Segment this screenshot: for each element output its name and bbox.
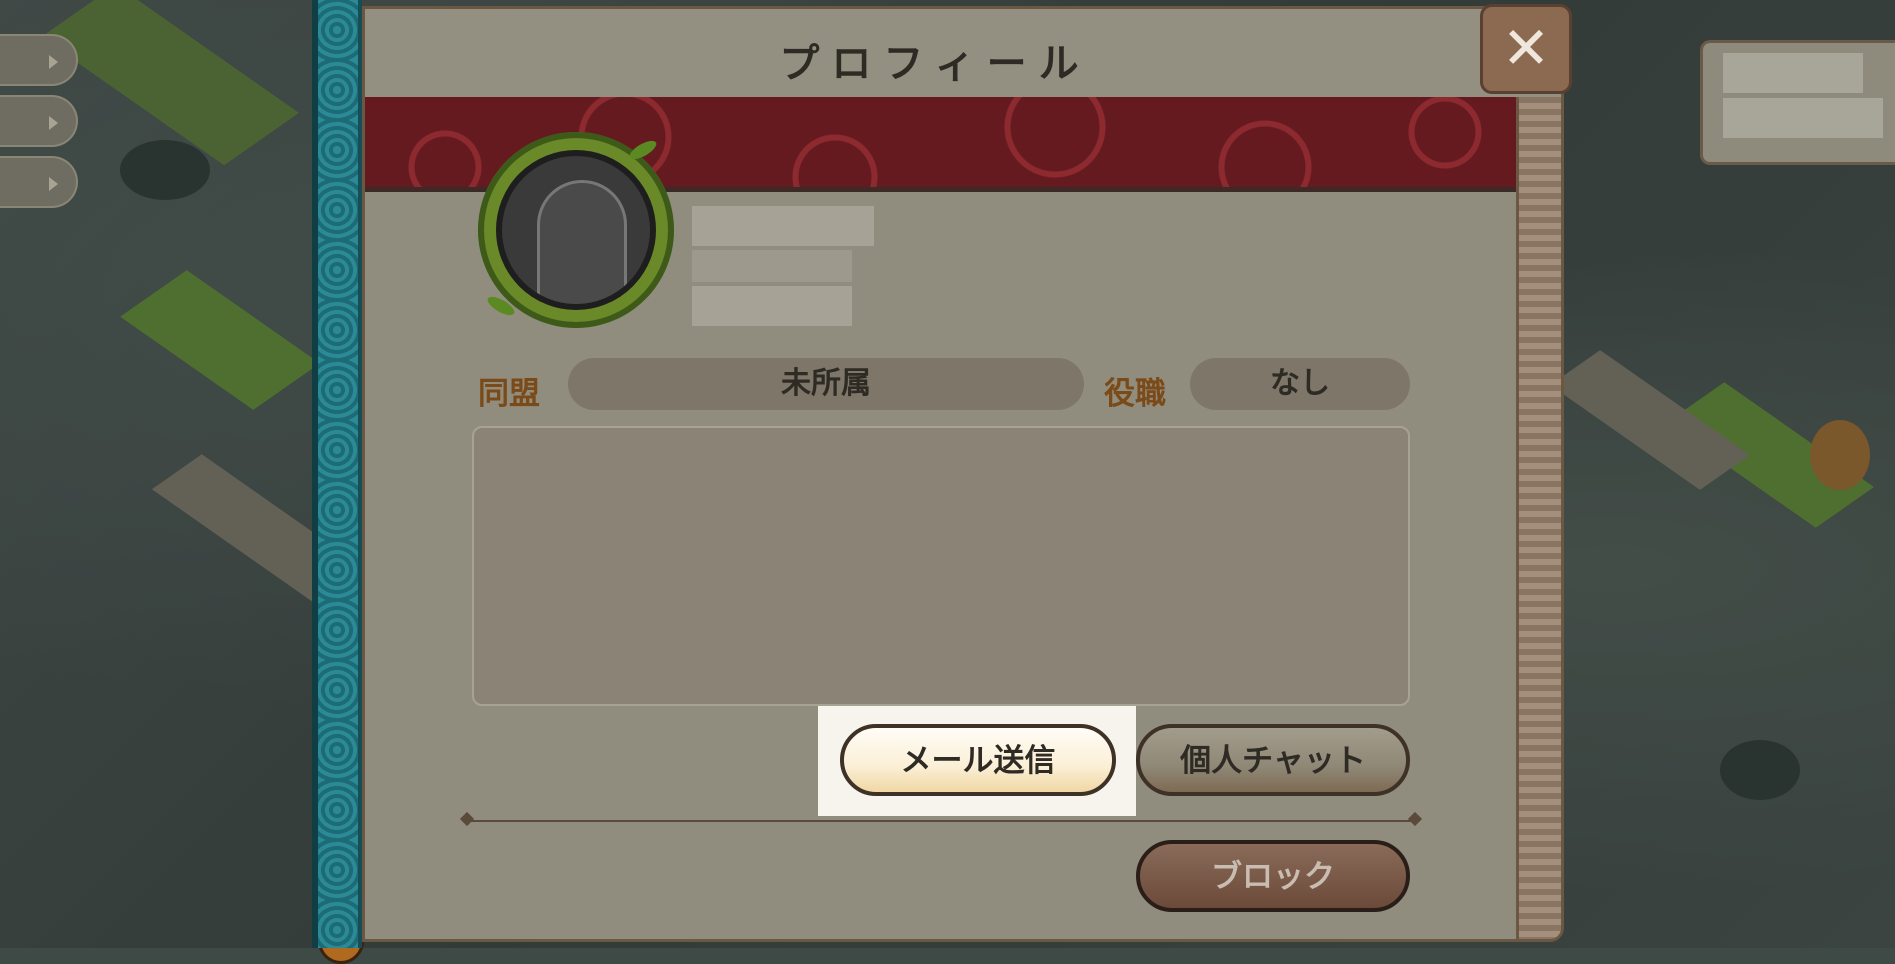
side-menu-tab[interactable]	[0, 95, 78, 147]
side-menu-tab[interactable]	[0, 156, 78, 208]
alliance-value: 未所属	[568, 358, 1084, 410]
private-chat-button[interactable]: 個人チャット	[1136, 724, 1410, 796]
close-button[interactable]: ✕	[1480, 4, 1572, 94]
role-value: なし	[1190, 358, 1410, 410]
dialog-frame-left	[312, 0, 362, 948]
send-mail-button[interactable]: メール送信	[840, 724, 1116, 796]
divider	[466, 820, 1416, 822]
player-name-blurred	[692, 206, 874, 246]
alliance-label: 同盟	[478, 376, 540, 412]
avatar-portrait	[496, 150, 656, 310]
player-level-blurred	[692, 286, 852, 326]
dialog-frame-right	[1516, 97, 1561, 939]
avatar[interactable]	[478, 132, 674, 328]
blurred-text	[1723, 53, 1863, 93]
profile-bio-box	[472, 426, 1410, 706]
block-button[interactable]: ブロック	[1136, 840, 1410, 912]
dialog-title: プロフィール	[779, 41, 1091, 87]
role-label: 役職	[1104, 376, 1166, 412]
side-menu-tab[interactable]	[0, 34, 78, 86]
player-id-blurred	[692, 250, 852, 282]
blurred-text	[1723, 98, 1883, 138]
side-info-card	[1700, 40, 1895, 165]
avatar-silhouette-icon	[537, 180, 627, 304]
